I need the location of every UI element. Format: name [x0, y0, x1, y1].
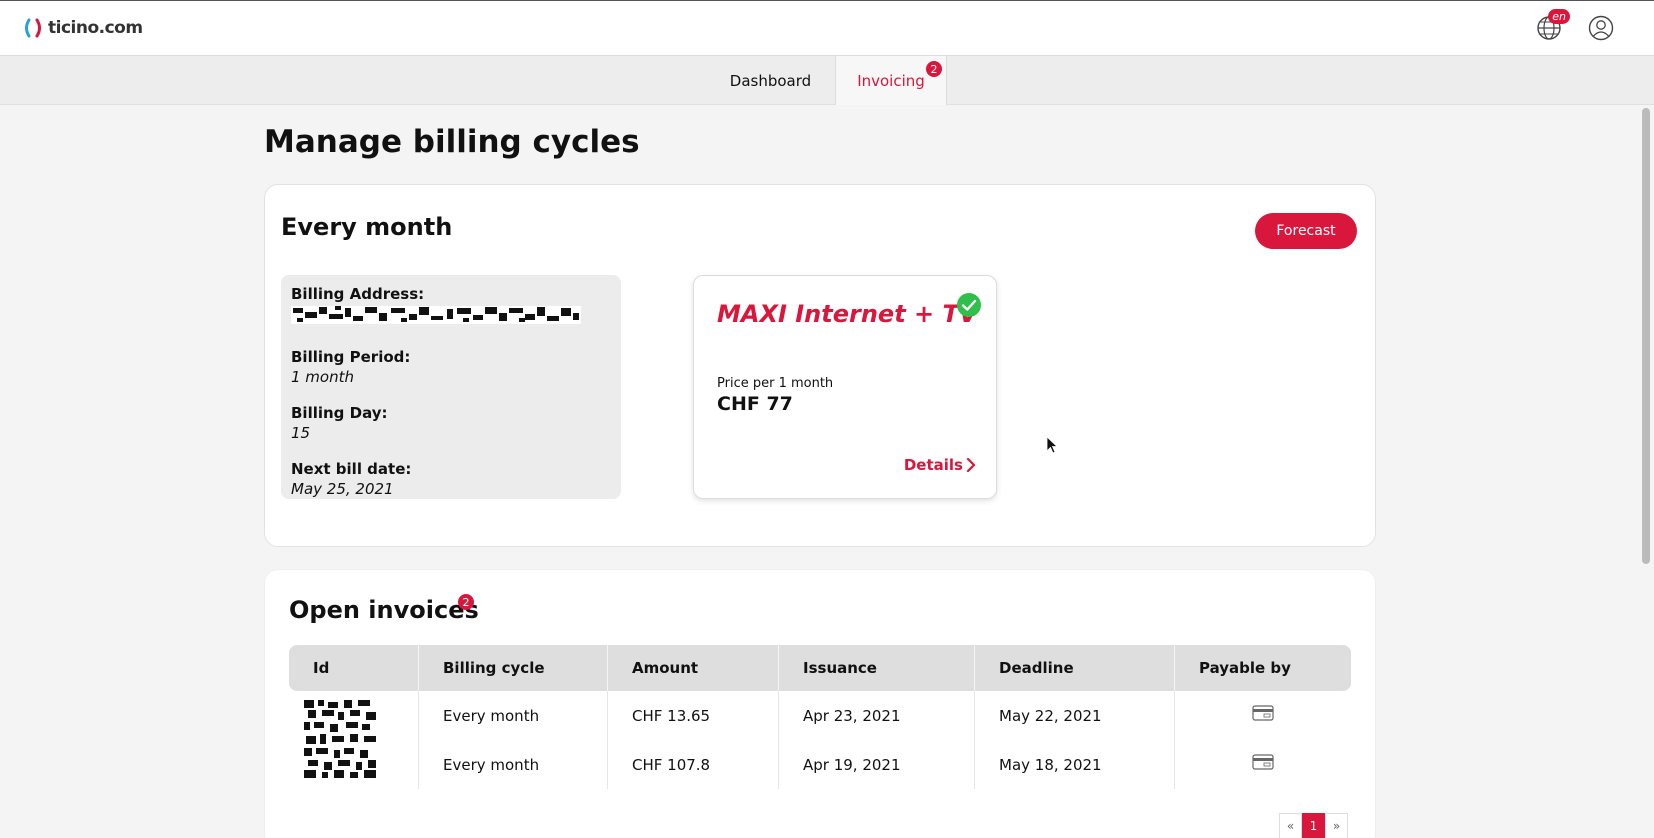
open-invoices-card: Open invoices 2 Id Billing cycle Amount … — [264, 569, 1376, 838]
open-invoices-badge: 2 — [458, 594, 474, 610]
pagination-next[interactable]: » — [1325, 813, 1348, 838]
price-label: Price per 1 month — [717, 376, 834, 391]
forecast-button[interactable]: Forecast — [1255, 213, 1357, 249]
billing-cycle-cell: Every month — [419, 740, 608, 789]
page-title: Manage billing cycles — [264, 124, 640, 160]
column-header-deadline[interactable]: Deadline — [975, 645, 1175, 691]
user-icon — [1588, 15, 1614, 41]
invoicing-badge: 2 — [926, 61, 942, 77]
product-name: MAXI Internet + TV — [717, 300, 978, 328]
details-label: Details — [903, 456, 963, 474]
open-invoices-title: Open invoices — [289, 596, 479, 624]
billing-day-value: 15 — [291, 424, 311, 442]
billing-cycle-cell: Every month — [419, 691, 608, 740]
billing-cycle-card: Every month Forecast Billing Address: Bi… — [264, 184, 1376, 547]
billing-period-label: Billing Period: — [291, 348, 411, 366]
issuance-cell: Apr 19, 2021 — [779, 740, 975, 789]
payable-by-cell — [1175, 740, 1351, 789]
credit-card-icon[interactable] — [1252, 704, 1274, 721]
language-selector[interactable]: en — [1534, 9, 1570, 43]
next-bill-value: May 25, 2021 — [291, 480, 394, 498]
price-value: CHF 77 — [717, 393, 793, 415]
product-card: MAXI Internet + TV Price per 1 month CHF… — [693, 275, 997, 499]
table-row[interactable]: Every month CHF 107.8 Apr 19, 2021 May 1… — [289, 740, 1351, 789]
pagination-page-1[interactable]: 1 — [1302, 813, 1325, 838]
mouse-cursor-icon — [1046, 436, 1058, 454]
column-header-id[interactable]: Id — [289, 645, 419, 691]
payable-by-cell — [1175, 691, 1351, 740]
invoices-table-body: Every month CHF 13.65 Apr 23, 2021 May 2… — [289, 691, 1351, 789]
next-bill-label: Next bill date: — [291, 460, 412, 478]
billing-day-label: Billing Day: — [291, 404, 388, 422]
billing-address-label: Billing Address: — [291, 285, 425, 303]
redacted-address — [291, 306, 581, 324]
pagination: « 1 » — [1279, 813, 1348, 838]
tab-dashboard-label: Dashboard — [729, 71, 812, 90]
tab-invoicing-label: Invoicing — [857, 71, 925, 90]
logo-mark-icon — [22, 17, 44, 39]
user-menu[interactable] — [1586, 13, 1616, 43]
details-link[interactable]: Details — [904, 456, 976, 474]
table-row[interactable]: Every month CHF 13.65 Apr 23, 2021 May 2… — [289, 691, 1351, 740]
tab-dashboard[interactable]: Dashboard — [712, 56, 829, 105]
issuance-cell: Apr 23, 2021 — [779, 691, 975, 740]
deadline-cell: May 22, 2021 — [975, 691, 1175, 740]
credit-card-icon[interactable] — [1252, 753, 1274, 770]
billing-period-value: 1 month — [291, 368, 354, 386]
redacted-invoice-ids — [304, 700, 378, 778]
amount-cell: CHF 13.65 — [608, 691, 779, 740]
amount-cell: CHF 107.8 — [608, 740, 779, 789]
scrollbar-thumb[interactable] — [1642, 108, 1650, 564]
top-bar: ticino.com en — [0, 0, 1654, 56]
logo-text: ticino.com — [48, 18, 143, 38]
invoices-table-header: Id Billing cycle Amount Issuance Deadlin… — [289, 645, 1351, 691]
cycle-title: Every month — [281, 213, 453, 241]
column-header-issuance[interactable]: Issuance — [779, 645, 975, 691]
language-badge: en — [1548, 9, 1570, 24]
logo[interactable]: ticino.com — [22, 17, 143, 39]
deadline-cell: May 18, 2021 — [975, 740, 1175, 789]
chevron-right-icon — [966, 458, 976, 472]
billing-info-box: Billing Address: Billing Period: 1 month… — [281, 275, 621, 499]
tab-bar: Dashboard Invoicing 2 — [0, 56, 1654, 105]
column-header-amount[interactable]: Amount — [608, 645, 779, 691]
column-header-payable-by[interactable]: Payable by — [1175, 645, 1351, 691]
column-header-billing-cycle[interactable]: Billing cycle — [419, 645, 608, 691]
tab-invoicing[interactable]: Invoicing 2 — [835, 56, 947, 105]
pagination-prev[interactable]: « — [1279, 813, 1302, 838]
check-circle-icon — [957, 293, 981, 317]
